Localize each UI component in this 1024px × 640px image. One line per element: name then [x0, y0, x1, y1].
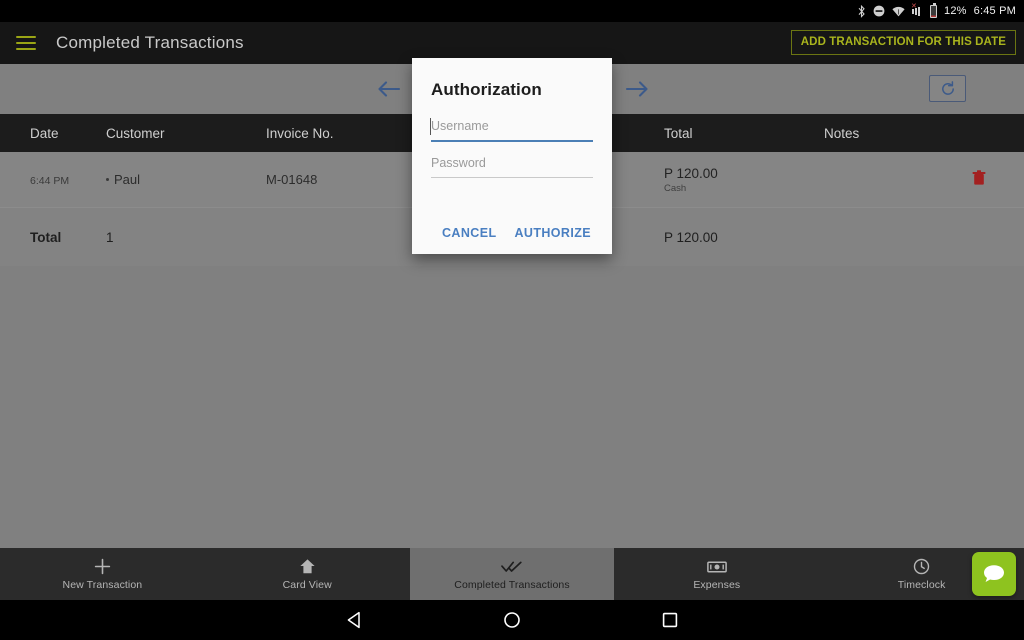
summary-label: Total: [30, 229, 62, 245]
column-header-notes: Notes: [824, 125, 860, 141]
password-underline: [431, 177, 593, 178]
bottom-navigation: New Transaction Card View Completed Tran…: [0, 548, 1024, 600]
column-header-customer: Customer: [106, 125, 165, 141]
add-transaction-for-this-date-button[interactable]: ADD TRANSACTION FOR THIS DATE: [790, 30, 1016, 55]
summary-amount: P 120.00: [664, 229, 718, 245]
home-icon: [299, 558, 316, 576]
back-triangle-icon[interactable]: [331, 600, 377, 640]
username-placeholder: Username: [431, 119, 489, 133]
status-bar: ✕ 12% 6:45 PM: [0, 0, 1024, 22]
arrow-left-icon[interactable]: [370, 74, 408, 104]
nav-item-new-transaction[interactable]: New Transaction: [0, 548, 205, 600]
bluetooth-icon: [857, 4, 866, 18]
dialog-actions: CANCEL AUTHORIZE: [431, 226, 593, 240]
nav-label-new-transaction: New Transaction: [62, 578, 143, 591]
nav-label-completed-transactions: Completed Transactions: [454, 578, 570, 591]
text-caret: [430, 118, 431, 135]
plus-icon: [94, 558, 111, 576]
password-placeholder: Password: [431, 156, 486, 170]
do-not-disturb-icon: [873, 5, 885, 17]
column-header-total: Total: [664, 125, 693, 141]
cancel-button[interactable]: CANCEL: [442, 226, 496, 240]
double-check-icon: [501, 558, 523, 576]
banknote-icon: [706, 558, 727, 576]
username-field[interactable]: Username: [430, 118, 593, 142]
trash-icon[interactable]: [972, 169, 1024, 190]
nav-label-timeclock: Timeclock: [897, 578, 946, 591]
column-header-date: Date: [30, 125, 59, 141]
dialog-title: Authorization: [431, 80, 542, 99]
username-underline: [431, 140, 593, 142]
status-clock: 6:45 PM: [973, 5, 1016, 17]
nav-item-card-view[interactable]: Card View: [205, 548, 410, 600]
summary-count: 1: [106, 229, 114, 245]
refresh-icon[interactable]: [929, 75, 966, 102]
nav-item-completed-transactions[interactable]: Completed Transactions: [409, 548, 615, 600]
customer-name: Paul: [114, 172, 141, 187]
wifi-icon: [892, 6, 905, 17]
app-screen: ✕ 12% 6:45 PM Completed Transactions ADD…: [0, 0, 1024, 640]
cell-time: 6:44 PM: [30, 175, 70, 187]
cell-total: P 120.00 Cash: [664, 166, 824, 194]
nav-item-expenses[interactable]: Expenses: [614, 548, 819, 600]
hamburger-menu-icon[interactable]: [16, 36, 36, 50]
arrow-right-icon[interactable]: [618, 74, 656, 104]
page-title: Completed Transactions: [56, 33, 244, 52]
nav-label-expenses: Expenses: [693, 578, 741, 591]
android-navigation-bar: [0, 600, 1024, 640]
row-amount: P 120.00: [664, 165, 718, 181]
recents-square-icon[interactable]: [647, 600, 693, 640]
cell-actions: [972, 169, 1024, 190]
password-field[interactable]: Password: [431, 156, 593, 178]
battery-percent-label: 12%: [944, 5, 967, 17]
customer-bullet-icon: [106, 178, 109, 181]
clock-icon: [913, 558, 930, 576]
authorize-button[interactable]: AUTHORIZE: [514, 226, 591, 240]
home-circle-icon[interactable]: [489, 600, 535, 640]
nav-label-card-view: Card View: [282, 578, 332, 591]
chat-bubble-icon[interactable]: [972, 552, 1016, 596]
authorization-dialog: Authorization Username Password CANCEL A…: [412, 58, 612, 254]
cell-signal-no-service-icon: ✕: [911, 3, 923, 17]
row-payment-type: Cash: [664, 182, 687, 194]
battery-low-icon: [930, 2, 937, 18]
cell-customer: Paul: [106, 172, 266, 187]
